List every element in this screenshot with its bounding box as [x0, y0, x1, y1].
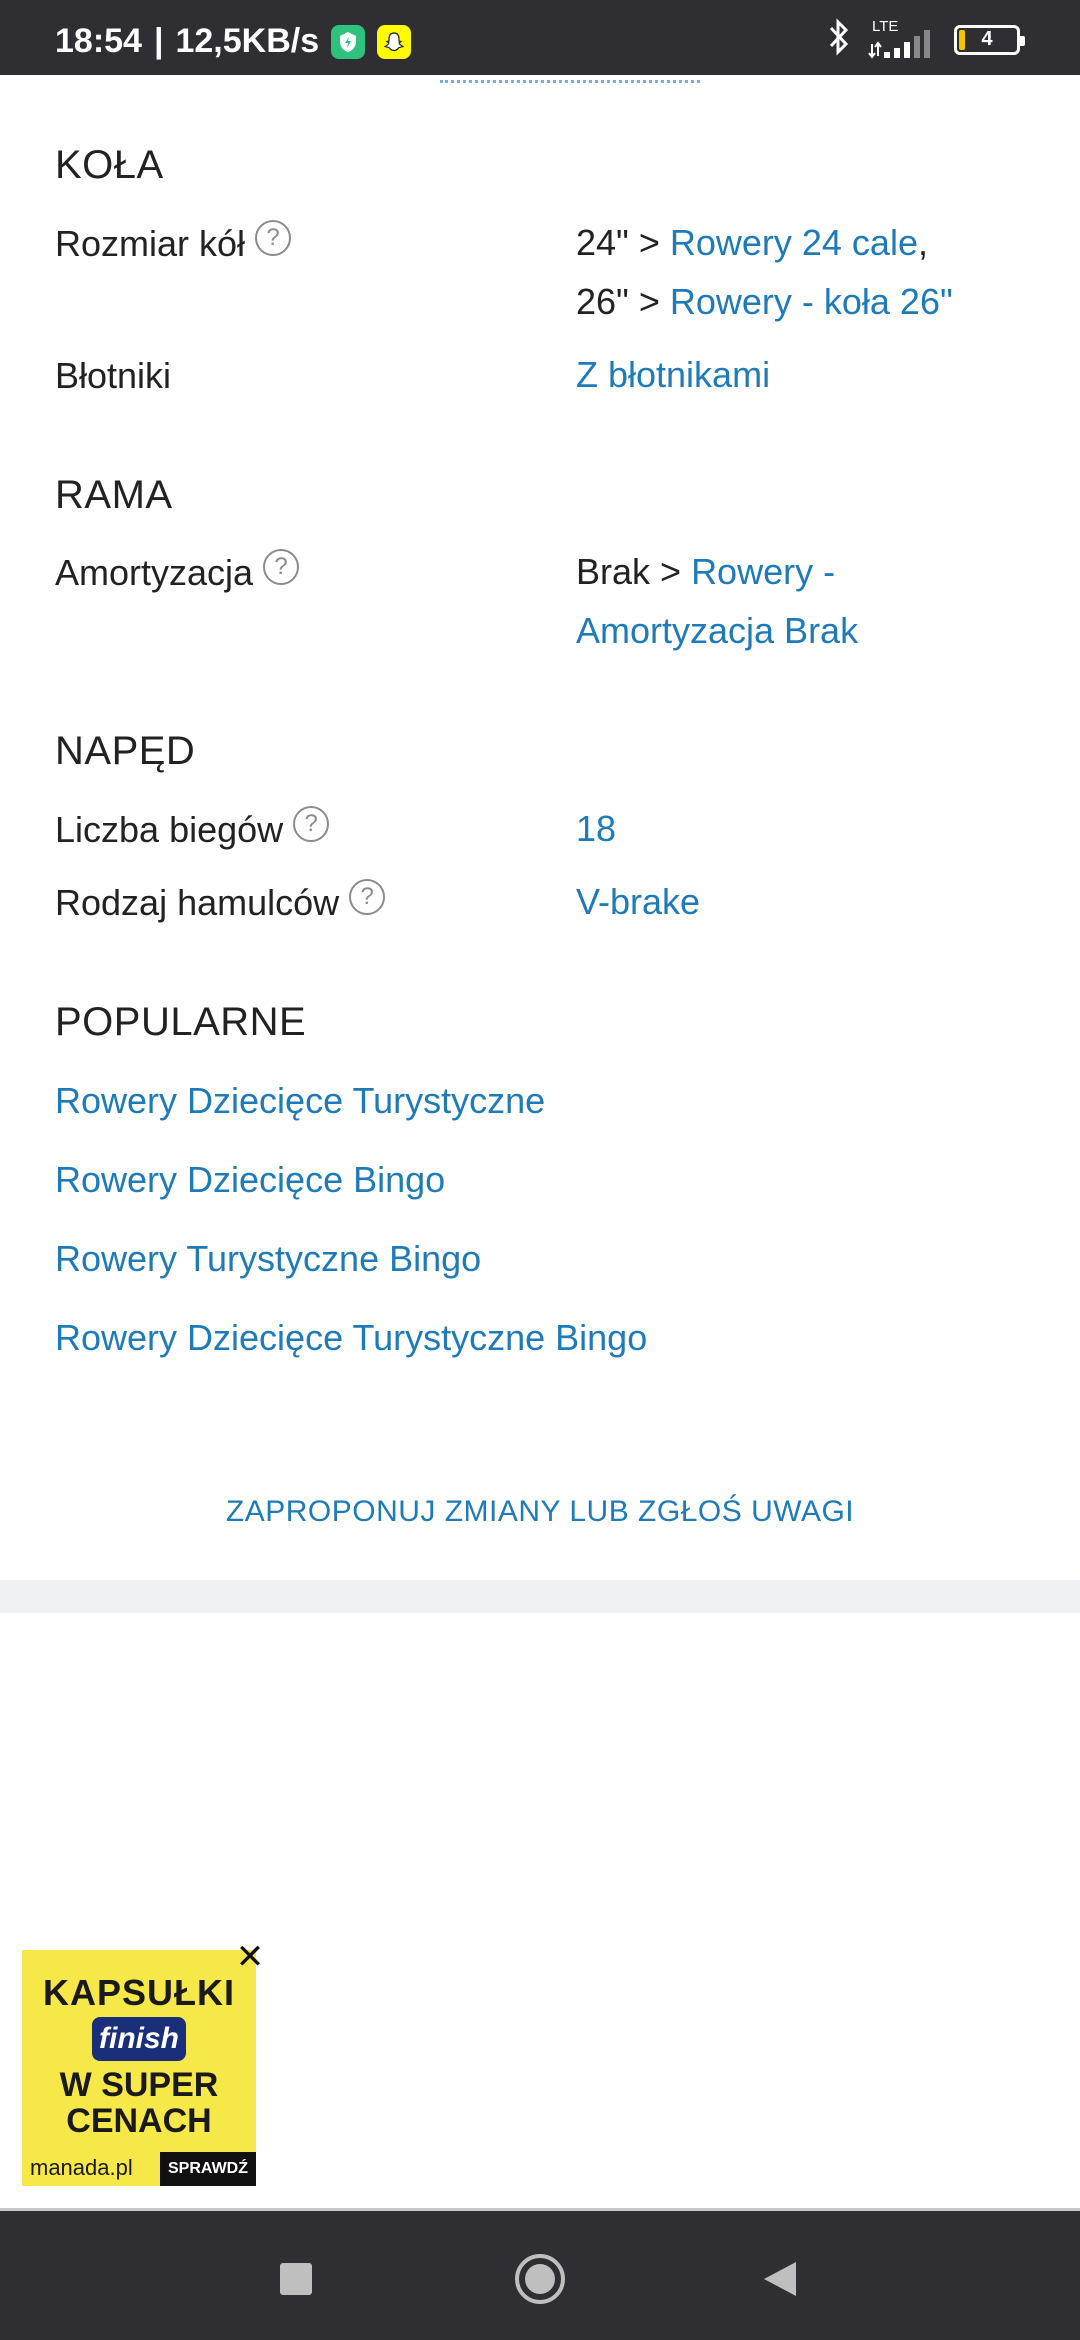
value-plain-26: 26" > [576, 281, 670, 322]
label-text: Błotniki [55, 355, 172, 396]
popular-link[interactable]: Rowery Turystyczne Bingo [55, 1238, 481, 1280]
ad-subline-2: CENACH [66, 2102, 212, 2140]
clipped-link-remnant [440, 75, 700, 83]
signal-icon: LTE [868, 18, 938, 60]
label-rodzaj-hamulcow: Rodzaj hamulców ? [55, 879, 386, 924]
link-rowery-amortyzacja-part2[interactable]: Amortyzacja Brak [576, 610, 858, 651]
popular-link[interactable]: Rowery Dziecięce Bingo [55, 1159, 445, 1201]
value-separator: , [917, 222, 928, 263]
ad-site: manada.pl [30, 2155, 133, 2180]
value-rodzaj-hamulcow: V-brake [576, 872, 700, 931]
link-rowery-amortyzacja-part1[interactable]: Rowery - [691, 551, 835, 592]
label-rozmiar-kol: Rozmiar kół ? [55, 220, 292, 265]
close-icon[interactable]: ✕ [235, 1938, 265, 1976]
ad-cta-button[interactable]: SPRAWDŹ [160, 2152, 256, 2186]
help-icon[interactable]: ? [255, 220, 292, 256]
ad-subline-1: W SUPER [59, 2066, 219, 2104]
recent-apps-icon[interactable] [268, 2251, 324, 2307]
back-icon[interactable] [752, 2251, 808, 2307]
status-bar: 18:54 | 12,5KB/s LTE 4 [0, 0, 1080, 75]
value-amortyzacja: Brak > Rowery - Amortyzacja Brak [576, 542, 858, 660]
link-v-brake[interactable]: V-brake [576, 881, 700, 922]
value-line-26: 26" > Rowery - koła 26" [576, 272, 953, 331]
label-amortyzacja: Amortyzacja ? [55, 549, 300, 594]
help-icon[interactable]: ? [349, 879, 386, 915]
suggest-changes-link[interactable]: ZAPROPONUJ ZMIANY LUB ZGŁOŚ UWAGI [0, 1495, 1080, 1529]
link-biegi-18[interactable]: 18 [576, 808, 616, 849]
value-blotniki: Z błotnikami [576, 345, 770, 404]
section-title-popularne: POPULARNE [55, 1000, 307, 1044]
section-title-rama: RAMA [55, 473, 173, 517]
battery-icon: 4 [954, 24, 1025, 55]
value-line-brak: Brak > Rowery - [576, 542, 858, 601]
label-blotniki: Błotniki [55, 355, 171, 397]
status-right: LTE 4 [826, 18, 1025, 61]
value-liczba-biegow: 18 [576, 799, 616, 858]
status-left: 18:54 | 12,5KB/s [55, 22, 412, 61]
home-icon[interactable] [512, 2251, 568, 2307]
label-text: Liczba biegów [55, 809, 284, 850]
page-content: KOŁA Rozmiar kół ? 24" > Rowery 24 cale,… [0, 75, 1080, 1580]
popular-link[interactable]: Rowery Dziecięce Turystyczne [55, 1080, 545, 1122]
link-rowery-kola-26[interactable]: Rowery - koła 26" [670, 281, 953, 322]
ad-headline: KAPSUŁKI [42, 1972, 235, 2013]
help-icon[interactable]: ? [263, 549, 300, 585]
bluetooth-icon [826, 18, 852, 61]
battery-text: 4 [981, 28, 993, 50]
value-line-amortyzacja: Amortyzacja Brak [576, 601, 858, 660]
ad-subline: W SUPER CENACH [22, 2067, 256, 2139]
popular-link[interactable]: Rowery Dziecięce Turystyczne Bingo [55, 1317, 647, 1359]
label-text: Rodzaj hamulców [55, 882, 340, 923]
value-plain-brak: Brak > [576, 551, 692, 592]
label-text: Rozmiar kół [55, 223, 246, 264]
help-icon[interactable]: ? [293, 806, 330, 842]
battery-level [959, 29, 965, 50]
ad-banner[interactable]: KAPSUŁKI finish W SUPER CENACH manada.pl… [22, 1950, 256, 2186]
section-divider [0, 1580, 1080, 1613]
value-plain-24: 24" > [576, 222, 670, 263]
link-z-blotnikami[interactable]: Z błotnikami [576, 354, 770, 395]
label-text: Amortyzacja [55, 552, 254, 593]
shield-app-icon [331, 24, 366, 59]
label-liczba-biegow: Liczba biegów ? [55, 806, 330, 851]
snapchat-icon [377, 24, 412, 59]
value-line-24: 24" > Rowery 24 cale, [576, 213, 953, 272]
status-time: 18:54 [55, 22, 142, 60]
link-rowery-24-cale[interactable]: Rowery 24 cale [670, 222, 918, 263]
status-speed: 12,5KB/s [175, 22, 320, 60]
value-rozmiar-kol: 24" > Rowery 24 cale, 26" > Rowery - koł… [576, 213, 953, 331]
section-title-kola: KOŁA [55, 143, 164, 187]
section-title-naped: NAPĘD [55, 729, 196, 773]
system-nav-bar [0, 2208, 1080, 2340]
ad-brand-logo: finish [92, 2017, 186, 2061]
status-separator: | [153, 22, 164, 60]
